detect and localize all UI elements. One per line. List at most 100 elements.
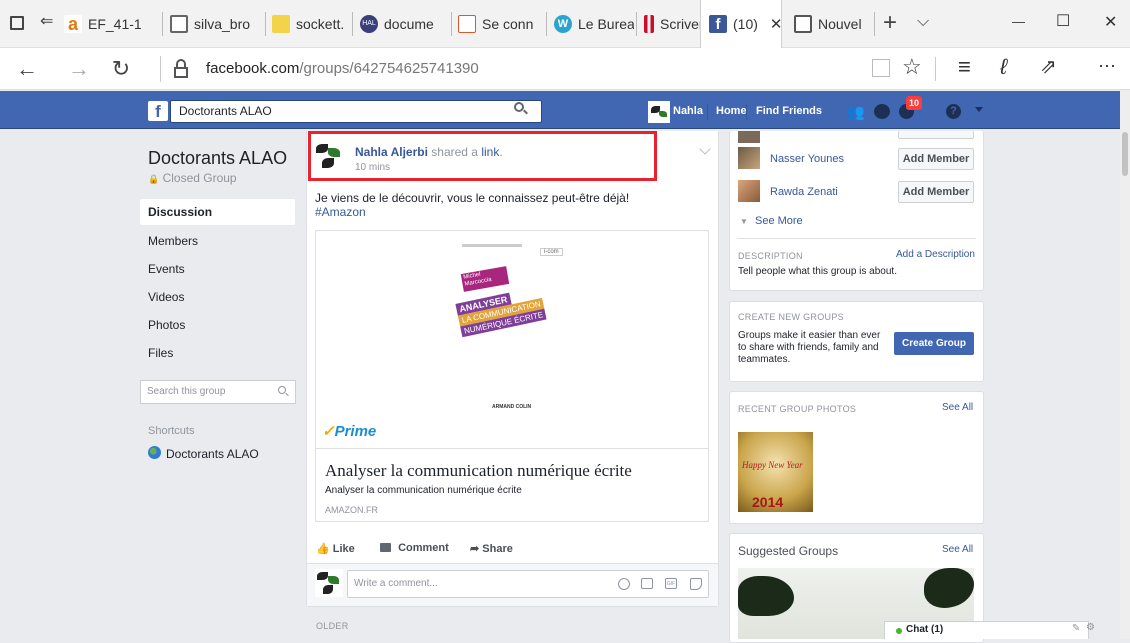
nav-item-discussion[interactable]: Discussion — [148, 205, 212, 219]
share-button[interactable]: ➦ Share — [470, 542, 513, 555]
chat-label[interactable]: Chat (1) — [906, 624, 943, 635]
facebook-logo-icon[interactable]: f — [148, 101, 168, 121]
hashtag-link[interactable]: #Amazon — [315, 205, 366, 219]
tab-label: Le Burea — [578, 16, 634, 32]
page-icon — [170, 15, 188, 33]
member-name[interactable]: Rawda Zenati — [770, 186, 838, 198]
messages-icon[interactable] — [874, 104, 890, 119]
wordpress-icon: W — [554, 15, 572, 33]
add-description-link[interactable]: Add a Description — [896, 249, 975, 260]
friend-requests-icon[interactable]: 👥 — [846, 103, 865, 121]
link-title[interactable]: Analyser la communication numérique écri… — [325, 461, 632, 481]
back-arrow-icon[interactable]: ← — [12, 48, 42, 90]
comment-button[interactable]: Comment — [380, 542, 449, 554]
web-note-icon[interactable]: ℓ — [1000, 54, 1007, 80]
chevron-down-icon: ▼ — [740, 217, 748, 226]
find-friends-link[interactable]: Find Friends — [756, 101, 822, 121]
facebook-search-input[interactable]: Doctorants ALAO — [170, 100, 542, 123]
member-avatar[interactable] — [738, 180, 760, 202]
tab-new[interactable]: Nouvel — [794, 0, 872, 48]
tab-scrivener[interactable]: Scrivene — [644, 0, 702, 48]
chat-settings-icon[interactable]: ⚙ — [1086, 622, 1095, 633]
book-author: Michel Marcoccia — [460, 266, 510, 292]
share-arrow-icon: ➦ — [470, 543, 480, 555]
description-text: Tell people what this group is about. — [738, 266, 897, 277]
group-name[interactable]: Doctorants ALAO — [148, 148, 287, 169]
account-menu-chevron-icon[interactable] — [975, 107, 983, 112]
link-description: Analyser la communication numérique écri… — [325, 485, 522, 496]
favorite-star-icon[interactable]: ☆ — [902, 54, 922, 80]
user-avatar[interactable] — [648, 101, 670, 123]
tab-amazon[interactable]: a EF_41-1 — [64, 0, 156, 48]
tab-silva[interactable]: silva_bro — [170, 0, 262, 48]
tab-facebook[interactable]: f (10) ✕ — [700, 0, 782, 48]
suggested-groups-header: Suggested Groups — [738, 544, 839, 558]
nav-item-events[interactable]: Events — [148, 262, 185, 276]
refresh-icon[interactable]: ↻ — [106, 48, 136, 90]
tab-wordpress[interactable]: W Le Burea — [554, 0, 634, 48]
add-member-button[interactable]: Add Member — [898, 148, 974, 170]
nav-item-videos[interactable]: Videos — [148, 290, 184, 304]
tab-list-icon[interactable] — [10, 16, 24, 30]
member-avatar[interactable] — [738, 147, 760, 169]
author-name[interactable]: Nahla Aljerbi — [355, 145, 428, 159]
tab-label: EF_41-1 — [88, 16, 142, 32]
profile-link[interactable]: Nahla — [673, 101, 703, 121]
tab-sockett[interactable]: sockett. — [272, 0, 350, 48]
member-avatar-partial — [738, 131, 760, 143]
sticker-icon[interactable] — [690, 578, 702, 590]
gif-icon[interactable]: GIF — [665, 578, 677, 589]
reading-view-icon[interactable] — [872, 59, 890, 77]
tab-hal[interactable]: HAL docume — [360, 0, 448, 48]
share-icon[interactable]: ⇗ — [1040, 54, 1057, 79]
photo-year: 2014 — [752, 494, 784, 510]
shortcut-item[interactable]: Doctorants ALAO — [166, 447, 259, 461]
post-header: Nahla Aljerbi shared a link. — [355, 145, 503, 159]
add-member-button[interactable]: Add Member — [898, 181, 974, 203]
more-menu-icon[interactable]: ⋯ — [1098, 56, 1116, 77]
toolbar-divider — [935, 57, 936, 81]
chat-compose-icon[interactable]: ✎ — [1072, 623, 1080, 634]
home-link[interactable]: Home — [716, 101, 747, 121]
nav-item-members[interactable]: Members — [148, 234, 198, 248]
close-window-button[interactable]: ✕ — [1104, 12, 1117, 32]
hub-icon[interactable]: ≡ — [958, 54, 971, 80]
description-header: DESCRIPTION — [738, 251, 803, 261]
group-search-input[interactable]: Search this group — [140, 380, 296, 404]
camera-icon[interactable] — [641, 578, 653, 589]
post-time[interactable]: 10 mins — [355, 162, 390, 173]
comment-input[interactable]: Write a comment... — [347, 570, 709, 598]
set-aside-tabs-icon[interactable]: ⇐ — [40, 14, 56, 30]
forward-arrow-icon[interactable]: → — [64, 48, 94, 90]
search-icon[interactable] — [514, 102, 528, 116]
scrollbar-thumb[interactable] — [1122, 132, 1128, 176]
older-label[interactable]: OLDER — [316, 621, 349, 631]
shortcuts-label: Shortcuts — [148, 425, 195, 437]
shared-link[interactable]: link — [481, 145, 499, 159]
url-field[interactable]: facebook.com/groups/642754625741390 — [206, 60, 479, 77]
member-name[interactable]: Nasser Younes — [770, 153, 844, 165]
author-avatar[interactable] — [314, 140, 346, 172]
see-more-link[interactable]: ▼ See More — [740, 215, 803, 227]
book-badge: i-com — [540, 248, 563, 256]
cairn-icon — [458, 15, 476, 33]
help-icon[interactable]: ? — [946, 104, 961, 119]
new-tab-button[interactable]: + — [883, 9, 897, 37]
group-search-icon[interactable] — [278, 386, 289, 397]
emoji-icon[interactable] — [618, 578, 630, 590]
tab-label: (10) — [733, 16, 758, 32]
nav-item-files[interactable]: Files — [148, 346, 173, 360]
book-cover: i-com Michel Marcoccia ANALYSER LA COMMU… — [440, 240, 585, 420]
minimize-button[interactable]: — — [1012, 14, 1025, 29]
see-all-suggested-link[interactable]: See All — [942, 544, 973, 555]
like-button[interactable]: 👍 Like — [316, 542, 355, 555]
create-group-button[interactable]: Create Group — [894, 332, 974, 355]
see-all-photos-link[interactable]: See All — [942, 402, 973, 413]
tab-cairn[interactable]: Se conn — [458, 0, 544, 48]
close-tab-icon[interactable]: ✕ — [770, 15, 781, 33]
add-member-button-partial[interactable] — [898, 131, 974, 139]
maximize-button[interactable]: ☐ — [1056, 11, 1070, 31]
group-photo[interactable]: Happy New Year 2014 — [738, 432, 813, 512]
tab-preview-chevron-icon[interactable]: ⌵ — [917, 13, 929, 31]
nav-item-photos[interactable]: Photos — [148, 318, 185, 332]
